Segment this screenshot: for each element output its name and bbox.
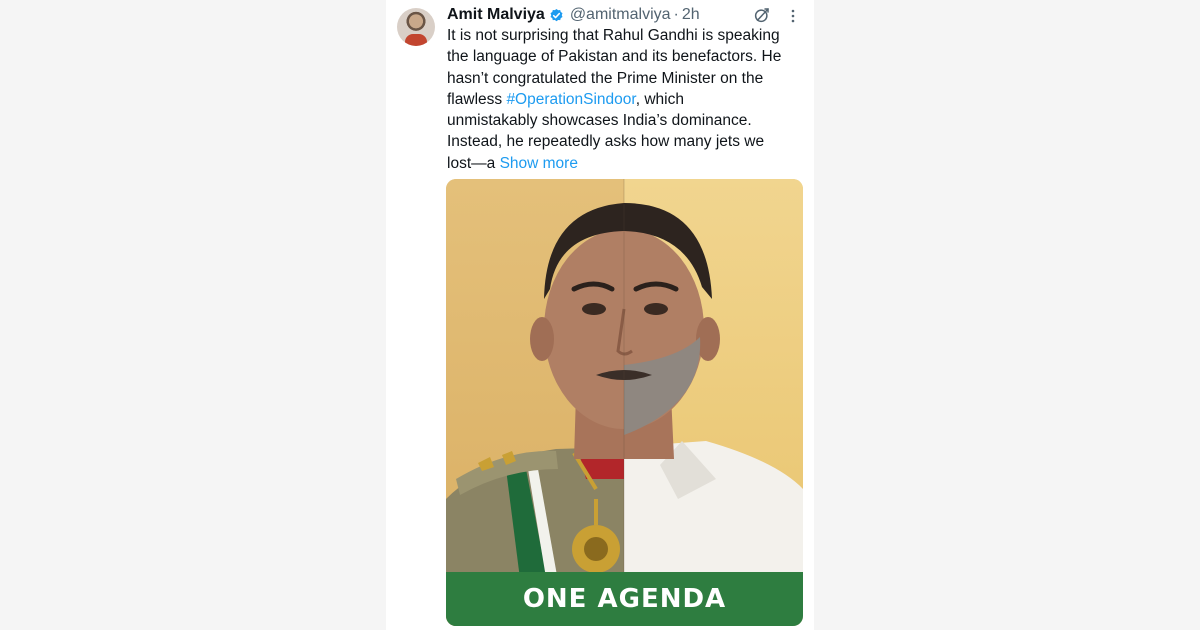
tweet-text-fragment: , which: [635, 90, 684, 108]
tweet-timestamp[interactable]: 2h: [682, 6, 700, 24]
more-options-icon[interactable]: [790, 8, 796, 24]
tweet-text-line-with-show-more: lost—a Show more: [447, 153, 807, 174]
verified-badge-icon: [549, 8, 564, 23]
tweet-text-line: It is not surprising that Rahul Gandhi i…: [447, 27, 780, 44]
show-more-link[interactable]: Show more: [500, 155, 578, 172]
tweet-text-line: hasn’t congratulated the Prime Minister …: [447, 69, 764, 87]
image-banner: ONE AGENDA: [446, 572, 803, 626]
header-separator: ·: [673, 6, 679, 23]
tweet-body-text: It is not surprising that Rahul Gandhi i…: [447, 25, 807, 174]
tweet-text-line: the language of Pakistan and its benefac…: [447, 48, 782, 66]
tweet-text-line: unmistakably showcases India’s dominance…: [447, 112, 752, 130]
grok-icon[interactable]: [753, 6, 771, 24]
tweet-media-image[interactable]: ONE AGENDA: [446, 179, 803, 626]
hashtag-link[interactable]: #OperationSindoor: [506, 91, 635, 108]
tweet-text-line: Instead, he repeatedly asks how many jet…: [447, 133, 765, 151]
tweet-header: Amit Malviya @amitmalviya · 2h: [447, 4, 700, 26]
author-display-name[interactable]: Amit Malviya: [447, 6, 545, 24]
tweet-text-fragment: flawless: [447, 90, 507, 108]
author-avatar[interactable]: [397, 8, 435, 46]
tweet-card[interactable]: Amit Malviya @amitmalviya · 2h It is not…: [386, 0, 814, 630]
split-portrait-image: [446, 179, 803, 626]
author-handle[interactable]: @amitmalviya: [570, 6, 671, 24]
tweet-text-fragment: lost—a: [447, 154, 500, 172]
avatar-shirt: [405, 34, 427, 46]
banner-text: ONE AGENDA: [522, 584, 727, 614]
tweet-text-line-with-hashtag: flawless #OperationSindoor, which: [447, 89, 807, 110]
